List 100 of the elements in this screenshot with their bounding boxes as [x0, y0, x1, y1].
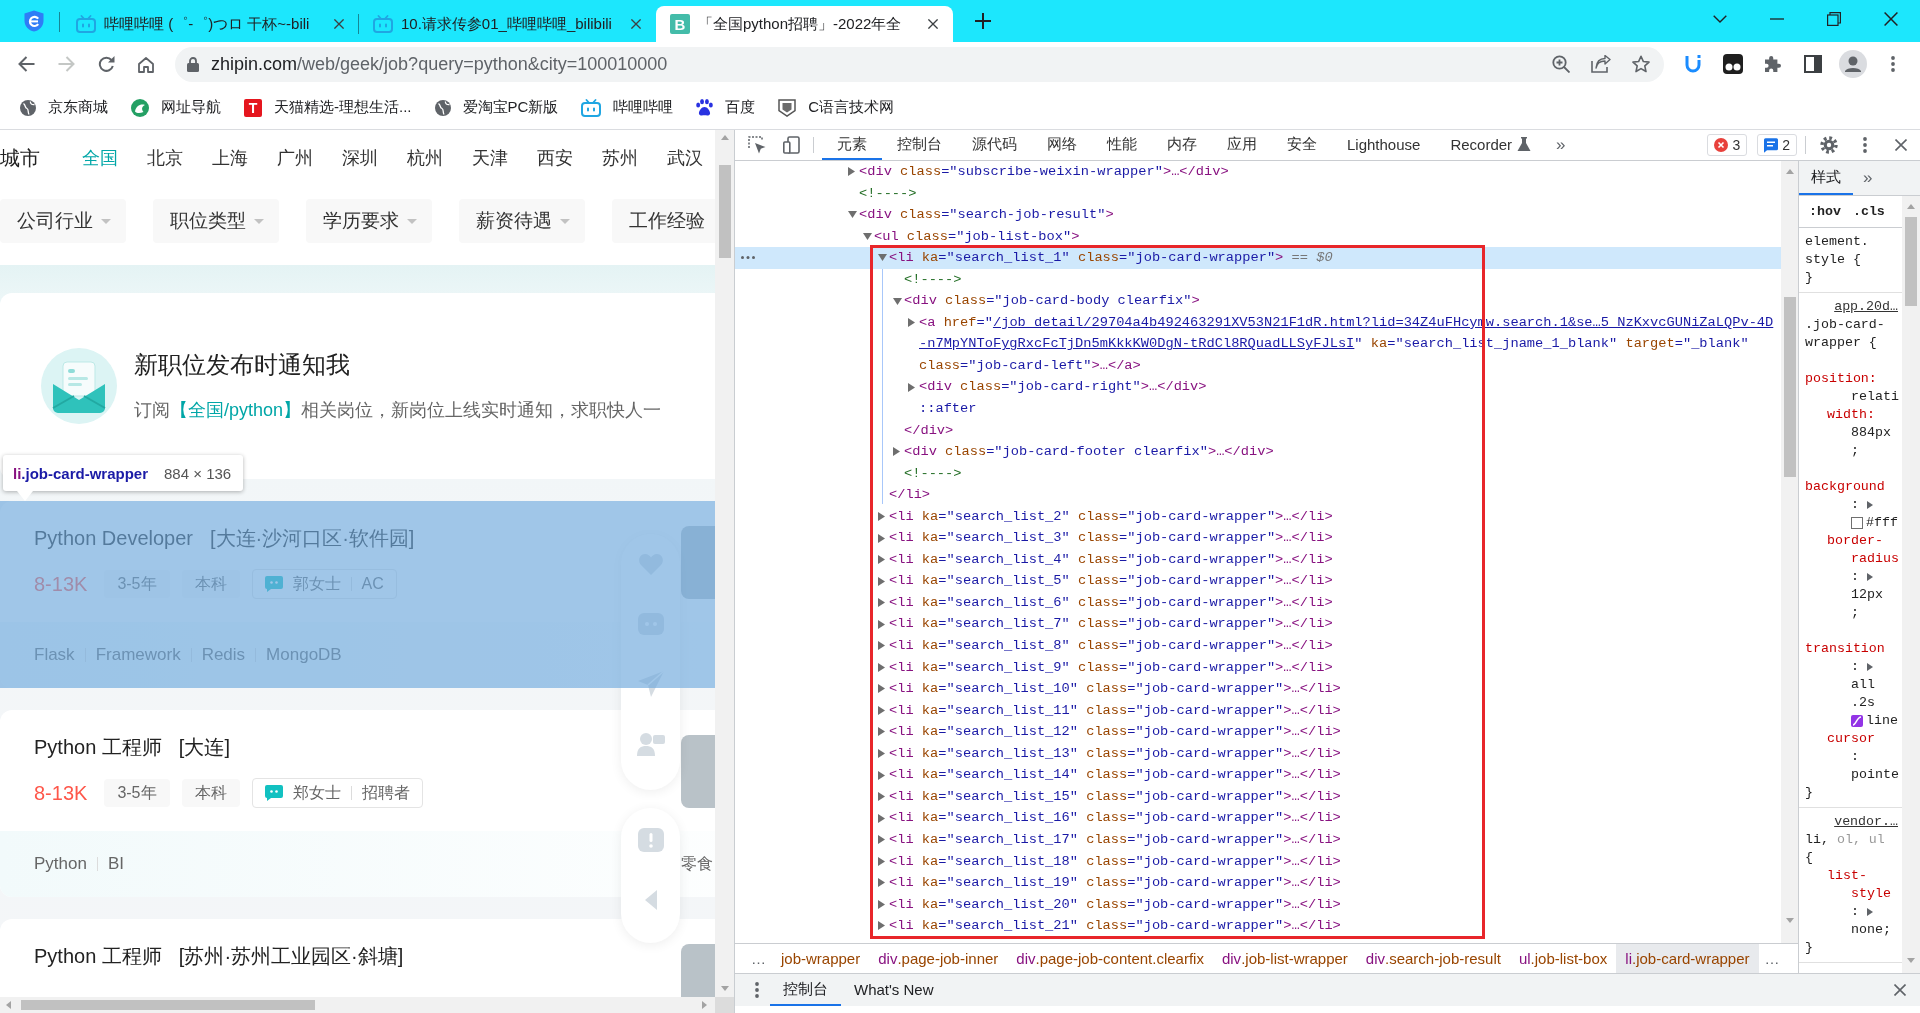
avatar-icon[interactable]: [1839, 50, 1867, 78]
scrollbar[interactable]: [0, 997, 715, 1013]
css-property[interactable]: cursor: [1827, 730, 1875, 748]
triangle-right-icon[interactable]: [878, 899, 885, 909]
dom-node[interactable]: <!---->: [904, 268, 962, 291]
css-property[interactable]: background: [1805, 478, 1885, 496]
triangle-right-icon[interactable]: [848, 167, 855, 177]
message-count-badge[interactable]: 2: [1757, 134, 1797, 156]
devtools-tab[interactable]: 内存: [1152, 130, 1212, 160]
close-icon[interactable]: [631, 19, 641, 29]
breadcrumb[interactable]: div.page-job-inner: [869, 944, 1008, 973]
devtools-tab[interactable]: 网络: [1032, 130, 1092, 160]
dom-node[interactable]: <div class="job-card-footer clearfix">…</div>: [904, 441, 1274, 463]
scrollbar[interactable]: [715, 130, 734, 997]
dom-node[interactable]: <li ka="search_list_2" class="job-card-wrapper">…</li>: [889, 505, 1333, 528]
job-title[interactable]: Python 工程师: [34, 732, 162, 762]
dom-node[interactable]: <li ka="search_list_18" class="job-card-wrapper">…</li>: [889, 850, 1341, 873]
browser-tab[interactable]: 10.请求传参01_哔哩哔哩_bilibili: [359, 6, 656, 42]
dom-node[interactable]: <li ka="search_list_7" class="job-card-wrapper">…</li>: [889, 613, 1333, 636]
triangle-down-icon[interactable]: [878, 254, 887, 262]
filter-dropdown[interactable]: 学历要求: [306, 199, 432, 243]
city-option[interactable]: 上海: [212, 146, 248, 170]
bookmark[interactable]: 爱淘宝PC新版: [426, 93, 567, 122]
bookmark[interactable]: C语言技术网: [770, 93, 903, 122]
dom-node[interactable]: <li ka="search_list_10" class="job-card-wrapper">…</li>: [889, 678, 1341, 700]
triangle-right-icon[interactable]: [878, 835, 885, 845]
dom-node[interactable]: <li ka="search_list_13" class="job-card-wrapper">…</li>: [889, 742, 1341, 765]
job-card[interactable]: Python 工程师 [大连] 8-13K 3-5年 本科 郑女士 招聘者 Python BI 零食: [0, 710, 715, 897]
devtools-tab[interactable]: 控制台: [882, 130, 957, 160]
scrollbar-thumb[interactable]: [718, 165, 731, 258]
scrollbar-thumb[interactable]: [1783, 297, 1796, 477]
city-option[interactable]: 西安: [537, 146, 573, 170]
devtools-tab[interactable]: 源代码: [957, 130, 1032, 160]
devtools-tab[interactable]: 元素: [822, 130, 882, 160]
dom-node[interactable]: <li ka="search_list_20" class="job-card-wrapper">…</li>: [889, 893, 1341, 916]
dom-node[interactable]: <li ka="search_list_1" class="job-card-wrapper"> == $0: [889, 247, 1333, 269]
job-card[interactable]: Python 工程师 [苏州·苏州工业园区·斜塘]: [0, 919, 715, 997]
css-value[interactable]: all: [1851, 676, 1875, 694]
triangle-down-icon[interactable]: [863, 232, 872, 240]
dom-node[interactable]: <li ka="search_list_14" class="job-card-wrapper">…</li>: [889, 764, 1341, 786]
u-logo-icon[interactable]: [1685, 55, 1701, 73]
dom-node[interactable]: <div class="subscribe-weixin-wrapper">…</div>: [859, 161, 1229, 183]
filter-dropdown[interactable]: 工作经验: [612, 199, 715, 243]
color-swatch-icon[interactable]: [1851, 517, 1863, 529]
home-icon[interactable]: [137, 55, 155, 73]
triangle-right-icon[interactable]: [878, 512, 885, 521]
more-dots-icon[interactable]: [741, 256, 755, 260]
triangle-right-icon[interactable]: [878, 749, 885, 759]
city-option[interactable]: 深圳: [342, 146, 378, 170]
city-option[interactable]: 杭州: [407, 146, 443, 170]
css-value[interactable]: pointe: [1851, 766, 1899, 784]
triangle-right-icon[interactable]: [878, 770, 885, 780]
triangle-right-icon[interactable]: [878, 598, 885, 608]
triangle-right-icon[interactable]: [878, 878, 885, 888]
css-property[interactable]: position:: [1805, 370, 1877, 388]
plus-icon[interactable]: [975, 13, 991, 29]
triangle-down-icon[interactable]: [848, 211, 857, 219]
triangle-right-icon[interactable]: [878, 662, 885, 672]
restore-icon[interactable]: [1827, 12, 1842, 26]
css-property[interactable]: list-: [1827, 867, 1867, 885]
settings-icon[interactable]: [1820, 136, 1838, 154]
lock-icon[interactable]: [187, 56, 199, 72]
dom-node[interactable]: <li ka="search_list_17" class="job-card-wrapper">…</li>: [889, 828, 1341, 851]
css-value[interactable]: :: [1851, 748, 1859, 766]
filter-toggle[interactable]: :hov: [1809, 204, 1841, 219]
triangle-right-icon[interactable]: [878, 641, 885, 651]
drawer-tab[interactable]: 控制台: [770, 974, 841, 1006]
css-property[interactable]: border-: [1827, 532, 1883, 550]
expand-triangle-icon[interactable]: [1867, 501, 1873, 509]
zoom-in-icon[interactable]: [1552, 55, 1570, 73]
source-link[interactable]: vendor.…: [1834, 813, 1898, 831]
city-option[interactable]: 天津: [472, 146, 508, 170]
error-count-badge[interactable]: 3: [1707, 134, 1748, 156]
dom-node[interactable]: <li ka="search_list_21" class="job-card-wrapper">…</li>: [889, 915, 1341, 937]
browser-tab[interactable]: B 「全国python招聘」-2022年全: [656, 6, 953, 42]
filter-dropdown[interactable]: 职位类型: [153, 199, 279, 243]
devtools-tab[interactable]: 应用: [1212, 130, 1272, 160]
minimize-icon[interactable]: [1769, 18, 1784, 20]
city-option[interactable]: 广州: [277, 146, 313, 170]
city-option[interactable]: 北京: [147, 146, 183, 170]
reload-icon[interactable]: [97, 56, 115, 72]
triangle-right-icon[interactable]: [878, 727, 885, 737]
expand-triangle-icon[interactable]: [1867, 663, 1873, 671]
more-icon[interactable]: [1863, 137, 1867, 153]
devtools-tab[interactable]: 安全: [1272, 130, 1332, 160]
breadcrumb[interactable]: div.page-job-content.clearfix: [1007, 944, 1213, 973]
triangle-down-icon[interactable]: [893, 297, 902, 305]
triangle-right-icon[interactable]: [878, 684, 885, 694]
css-value[interactable]: ;: [1851, 604, 1859, 622]
css-property[interactable]: style: [1851, 885, 1891, 903]
css-property[interactable]: radius: [1851, 550, 1899, 568]
scrollbar[interactable]: [1781, 161, 1798, 943]
triangle-right-icon[interactable]: [878, 705, 885, 715]
inspect-icon[interactable]: [748, 136, 766, 154]
bookmark[interactable]: 百度: [688, 93, 764, 122]
devtools-tab[interactable]: 性能: [1092, 130, 1152, 160]
dom-node[interactable]: ::after: [919, 398, 977, 420]
dom-node[interactable]: <li ka="search_list_11" class="job-card-wrapper">…</li>: [889, 699, 1341, 722]
dom-node[interactable]: <div class="search-job-result">: [859, 204, 1114, 226]
city-option[interactable]: 武汉: [667, 146, 703, 170]
